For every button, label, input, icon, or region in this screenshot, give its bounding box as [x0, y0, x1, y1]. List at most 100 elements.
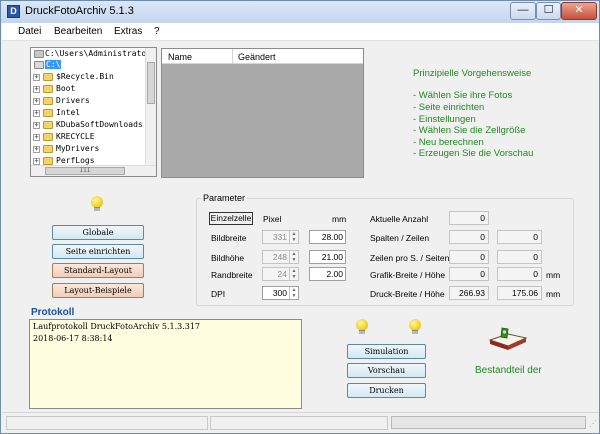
window-title: DruckFotoArchiv 5.1.3	[25, 5, 134, 17]
tree-label: C:\	[45, 60, 62, 69]
folder-icon	[43, 85, 53, 93]
stat-label: Zeilen pro S. / Seiten	[370, 253, 450, 263]
zeilen-value: 0	[497, 230, 542, 244]
stat-label: Grafik-Breite / Höhe	[370, 270, 446, 280]
bildbreite-pixel-spinner: 331 ▲ ▼	[262, 230, 299, 244]
expand-icon[interactable]: +	[33, 134, 40, 141]
lightbulb-icon	[356, 319, 368, 335]
tree-vertical-scrollbar[interactable]	[145, 48, 156, 166]
folder-icon	[43, 145, 53, 153]
menu-bar: Datei Bearbeiten Extras ?	[2, 23, 599, 41]
column-changed[interactable]: Geändert	[238, 52, 276, 62]
layout-beispiele-button[interactable]: Layout-Beispiele	[52, 283, 144, 298]
seite-einrichten-button[interactable]: Seite einrichten	[52, 244, 144, 259]
expand-icon[interactable]: +	[33, 74, 40, 81]
status-panel	[6, 416, 208, 430]
instructions-heading: Prinzipielle Vorgehensweise	[413, 68, 532, 79]
scroll-thumb[interactable]	[147, 62, 155, 104]
drive-icon	[34, 61, 44, 69]
pixel-header: Pixel	[263, 214, 282, 224]
unit-label: mm	[546, 289, 561, 299]
randbreite-mm-field[interactable]: 2.00	[309, 267, 346, 281]
tree-label: KRECYCLE	[56, 132, 95, 141]
status-panel	[210, 416, 388, 430]
tree-horizontal-scrollbar[interactable]: III	[31, 165, 156, 176]
lightbulb-icon	[409, 319, 421, 335]
folder-icon	[43, 73, 53, 81]
grafik-hoehe-value: 0	[497, 267, 542, 281]
resize-grip-icon[interactable]: ⋰	[589, 419, 597, 428]
column-separator[interactable]	[232, 49, 233, 63]
folder-icon	[43, 157, 53, 165]
computer-icon	[34, 50, 44, 58]
menu-bearbeiten[interactable]: Bearbeiten	[54, 26, 102, 37]
expand-icon[interactable]: +	[33, 110, 40, 117]
menu-datei[interactable]: Datei	[18, 26, 41, 37]
tree-label: $Recycle.Bin	[56, 72, 114, 81]
mm-header: mm	[332, 214, 347, 224]
title-bar[interactable]: D DruckFotoArchiv 5.1.3 — ☐ ✕	[1, 1, 599, 23]
folder-icon	[43, 109, 53, 117]
parameter-group-title: Parameter	[201, 193, 248, 203]
grafik-breite-value: 0	[449, 267, 489, 281]
lightbulb-icon	[91, 196, 103, 212]
main-window: D DruckFotoArchiv 5.1.3 — ☐ ✕ Datei Bear…	[0, 0, 600, 434]
simulation-button[interactable]: Simulation	[347, 344, 426, 359]
column-name[interactable]: Name	[168, 52, 192, 62]
menu-help[interactable]: ?	[154, 26, 160, 37]
tree-label: C:\Users\Administrator\	[45, 49, 156, 58]
progress-bar	[391, 416, 586, 429]
bildhoehe-mm-field[interactable]: 21.00	[309, 250, 346, 264]
einzelzelle-button[interactable]: Einzelzelle	[209, 212, 253, 225]
param-label: Randbreite	[211, 270, 253, 280]
instruction-step: - Seite einrichten	[413, 102, 485, 113]
stat-label: Druck-Breite / Höhe	[370, 289, 445, 299]
instruction-step: - Wählen Sie ihre Fotos	[413, 90, 513, 101]
druck-breite-value: 266.93	[449, 286, 489, 300]
instruction-step: - Erzeugen Sie die Vorschau	[413, 148, 534, 159]
spalten-value: 0	[449, 230, 489, 244]
folder-tree[interactable]: C:\Users\Administrator\ C:\ + $Recycle.B…	[30, 47, 157, 177]
list-header: Name Geändert	[162, 49, 363, 64]
expand-icon[interactable]: +	[33, 158, 40, 165]
instruction-step: - Neu berechnen	[413, 137, 484, 148]
close-button[interactable]: ✕	[561, 2, 597, 20]
expand-icon[interactable]: +	[33, 98, 40, 105]
folder-icon	[43, 133, 53, 141]
tree-label: MyDrivers	[56, 144, 100, 153]
tree-label: Drivers	[56, 96, 90, 105]
zeilen-pro-seite-value: 0	[449, 250, 489, 264]
file-list[interactable]: Name Geändert	[161, 48, 364, 178]
randbreite-pixel-spinner: 24 ▲ ▼	[262, 267, 299, 281]
maximize-button[interactable]: ☐	[536, 2, 561, 20]
expand-icon[interactable]: +	[33, 146, 40, 153]
stat-label: Spalten / Zeilen	[370, 233, 430, 243]
tree-label: PerfLogs	[56, 156, 95, 165]
param-label: Bildbreite	[211, 233, 247, 243]
param-label: Bildhöhe	[211, 253, 245, 263]
standard-layout-button[interactable]: Standard-Layout	[52, 263, 144, 278]
bestandteil-label: Bestandteil der	[475, 365, 542, 376]
drucken-button[interactable]: Drucken	[347, 383, 426, 398]
scroll-thumb[interactable]: III	[45, 167, 125, 175]
vorschau-button[interactable]: Vorschau	[347, 363, 426, 378]
druck-hoehe-value: 175.06	[497, 286, 542, 300]
tree-label: Boot	[56, 84, 76, 93]
protokoll-log[interactable]: Laufprotokoll DruckFotoArchiv 5.1.3.317 …	[29, 319, 302, 409]
folder-icon	[43, 97, 53, 105]
bildbreite-mm-field[interactable]: 28.00	[309, 230, 346, 244]
menu-extras[interactable]: Extras	[114, 26, 142, 37]
expand-icon[interactable]: +	[33, 86, 40, 93]
instruction-step: - Wählen Sie die Zellgröße	[413, 125, 526, 136]
dpi-spinner[interactable]: 300 ▲ ▼	[262, 286, 299, 300]
tree-label: KDubaSoftDownloads	[56, 120, 143, 129]
minimize-button[interactable]: —	[510, 2, 536, 20]
log-line: Laufprotokoll DruckFotoArchiv 5.1.3.317	[33, 322, 201, 331]
expand-icon[interactable]: +	[33, 122, 40, 129]
stat-label: Aktuelle Anzahl	[370, 214, 429, 224]
protokoll-title: Protokoll	[31, 307, 75, 318]
log-line: 2018-06-17 8:38:14	[33, 334, 113, 343]
folder-icon	[43, 121, 53, 129]
globale-button[interactable]: Globale	[52, 225, 144, 240]
tree-label: Intel	[56, 108, 81, 117]
